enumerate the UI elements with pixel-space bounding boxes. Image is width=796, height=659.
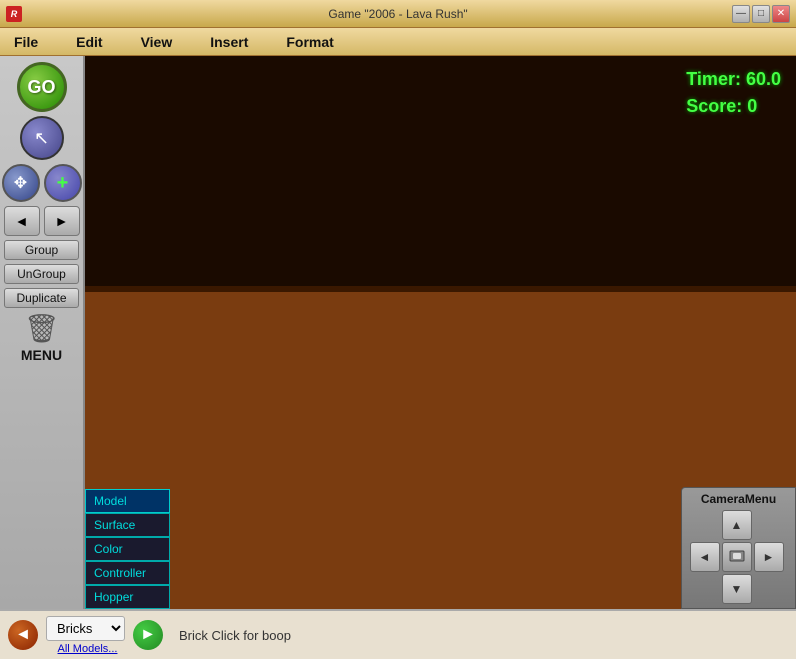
close-button[interactable]: ✕ bbox=[772, 5, 790, 23]
next-icon: ► bbox=[140, 626, 156, 644]
arrow-left-icon: ◄ bbox=[15, 213, 29, 229]
game-viewport-top: Timer: 60.0 Score: 0 bbox=[85, 56, 796, 286]
menu-insert[interactable]: Insert bbox=[206, 32, 252, 52]
camera-up-button[interactable]: ▲ bbox=[722, 510, 752, 540]
resize-icon: ✥ bbox=[14, 173, 27, 193]
maximize-button[interactable]: □ bbox=[752, 5, 770, 23]
cursor-icon: ↖ bbox=[34, 128, 49, 149]
title-bar: R Game "2006 - Lava Rush" — □ ✕ bbox=[0, 0, 796, 28]
arrow-row: ◄ ► bbox=[4, 206, 80, 236]
window-title: Game "2006 - Lava Rush" bbox=[328, 7, 467, 21]
tab-color[interactable]: Color bbox=[85, 537, 170, 561]
go-button[interactable]: GO bbox=[17, 62, 67, 112]
trash-icon: 🗑 bbox=[24, 312, 60, 345]
arrow-left-button[interactable]: ◄ bbox=[4, 206, 40, 236]
trash-menu[interactable]: 🗑 MENU bbox=[21, 312, 62, 363]
camera-menu-title: CameraMenu bbox=[686, 492, 791, 506]
window-controls: — □ ✕ bbox=[732, 5, 790, 23]
tool-row: ✥ + bbox=[2, 164, 82, 202]
menu-format[interactable]: Format bbox=[282, 32, 337, 52]
game-canvas: Timer: 60.0 Score: 0 Model Surface Color… bbox=[85, 56, 796, 609]
menu-label: MENU bbox=[21, 347, 62, 363]
menu-view[interactable]: View bbox=[137, 32, 177, 52]
main-area: GO ↖ ✥ + ◄ ► Group UnGroup Duplicate 🗑 M… bbox=[0, 56, 796, 609]
bottom-bar: ◄ Bricks Models Objects All Models... ► … bbox=[0, 609, 796, 659]
arrow-right-icon: ► bbox=[55, 213, 69, 229]
left-toolbar: GO ↖ ✥ + ◄ ► Group UnGroup Duplicate 🗑 M… bbox=[0, 56, 85, 609]
camera-center-button[interactable] bbox=[722, 542, 752, 572]
arrow-right-button[interactable]: ► bbox=[44, 206, 80, 236]
menu-edit[interactable]: Edit bbox=[72, 32, 106, 52]
resize-button[interactable]: ✥ bbox=[2, 164, 40, 202]
brick-select[interactable]: Bricks Models Objects bbox=[46, 616, 125, 641]
camera-right-button[interactable]: ► bbox=[754, 542, 784, 572]
prev-icon: ◄ bbox=[15, 626, 31, 644]
hud: Timer: 60.0 Score: 0 bbox=[686, 66, 781, 120]
brick-description: Brick Click for boop bbox=[179, 628, 291, 643]
menu-bar: File Edit View Insert Format bbox=[0, 28, 796, 56]
camera-menu: CameraMenu ▲ ◄ ► ▼ bbox=[681, 487, 796, 609]
all-models-link[interactable]: All Models... bbox=[58, 643, 118, 655]
tab-hopper[interactable]: Hopper bbox=[85, 585, 170, 609]
camera-left-button[interactable]: ◄ bbox=[690, 542, 720, 572]
camera-controls: ▲ ◄ ► ▼ bbox=[690, 510, 788, 604]
minimize-button[interactable]: — bbox=[732, 5, 750, 23]
duplicate-button[interactable]: Duplicate bbox=[4, 288, 79, 308]
menu-file[interactable]: File bbox=[10, 32, 42, 52]
camera-down-button[interactable]: ▼ bbox=[722, 574, 752, 604]
add-icon: + bbox=[57, 172, 69, 195]
left-panel: Model Surface Color Controller Hopper bbox=[85, 489, 170, 609]
tab-surface[interactable]: Surface bbox=[85, 513, 170, 537]
tab-model[interactable]: Model bbox=[85, 489, 170, 513]
ungroup-button[interactable]: UnGroup bbox=[4, 264, 79, 284]
group-button[interactable]: Group bbox=[4, 240, 79, 260]
next-button[interactable]: ► bbox=[133, 620, 163, 650]
add-button[interactable]: + bbox=[44, 164, 82, 202]
app-icon: R bbox=[6, 6, 22, 22]
cursor-button[interactable]: ↖ bbox=[20, 116, 64, 160]
timer-display: Timer: 60.0 bbox=[686, 66, 781, 93]
tab-controller[interactable]: Controller bbox=[85, 561, 170, 585]
prev-button[interactable]: ◄ bbox=[8, 620, 38, 650]
score-display: Score: 0 bbox=[686, 93, 781, 120]
